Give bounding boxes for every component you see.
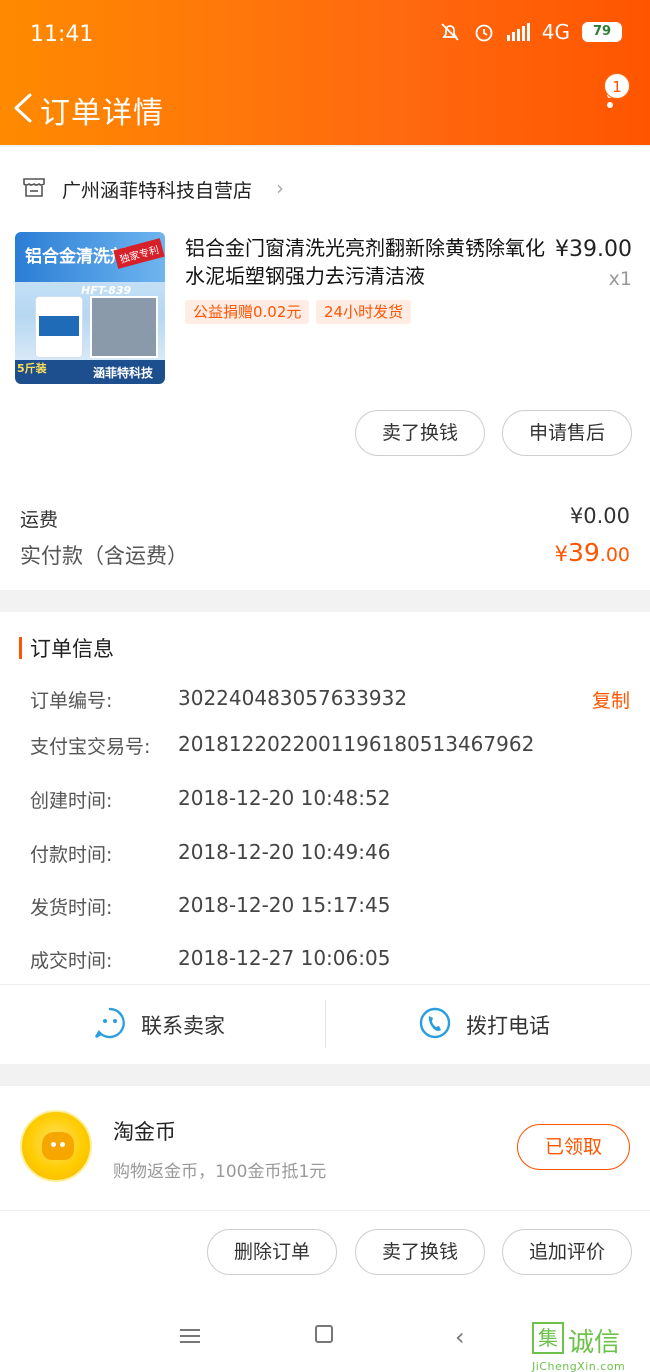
network-type: 4G — [541, 20, 570, 44]
call-phone-button[interactable]: 拨打电话 — [418, 1000, 578, 1050]
chevron-right-icon: › — [276, 176, 284, 200]
site-watermark: 集 诚信 JiChengXin.com — [532, 1322, 650, 1372]
signal-icon — [506, 23, 530, 41]
menu-icon[interactable] — [180, 1329, 200, 1343]
after-sale-button[interactable]: 申请售后 — [502, 410, 632, 456]
delete-order-button[interactable]: 删除订单 — [207, 1229, 337, 1275]
coins-description: 购物返金币，100金币抵1元 — [113, 1162, 327, 1182]
status-icons: 4G 79 — [439, 20, 622, 44]
back-arrow-icon[interactable] — [10, 92, 38, 124]
product-image[interactable]: 铝合金清洗剂 独家专利 HFT-839 5斤装 涵菲特科技 — [15, 232, 165, 384]
contact-seller-button[interactable]: 联系卖家 — [93, 1000, 253, 1050]
coins-title: 淘金币 — [113, 1120, 176, 1144]
divider — [325, 1000, 326, 1048]
gold-coin-icon — [20, 1110, 92, 1182]
add-review-button[interactable]: 追加评价 — [502, 1229, 632, 1275]
product-price: ¥39.00 — [555, 237, 632, 262]
home-icon[interactable] — [315, 1325, 333, 1343]
watermark-url: JiChengXin.com — [532, 1360, 626, 1372]
battery-icon: 79 — [582, 22, 622, 42]
product-quantity: x1 — [608, 268, 632, 290]
sell-for-cash-button-bottom[interactable]: 卖了换钱 — [355, 1229, 485, 1275]
claimed-button[interactable]: 已领取 — [517, 1124, 630, 1170]
alipay-trade-number: 2018122022001196180513467962 — [178, 732, 535, 756]
paid-amount-value: ¥39.00 — [554, 538, 630, 567]
info-row-shipped: 发货时间: 2018-12-20 15:17:45 — [30, 893, 391, 919]
shipping-fee-label: 运费 — [20, 509, 59, 531]
info-row-paid: 付款时间: 2018-12-20 10:49:46 — [30, 840, 391, 866]
info-row-order-number: 订单编号: 302240483057633932 复制 — [30, 686, 630, 713]
chat-face-icon — [94, 1007, 125, 1039]
paid-time: 2018-12-20 10:49:46 — [178, 840, 391, 864]
shop-row[interactable]: 广州涵菲特科技自营店 › — [0, 170, 650, 210]
sell-for-cash-button[interactable]: 卖了换钱 — [355, 410, 485, 456]
status-bar: 11:41 4G 79 — [0, 0, 650, 70]
nav-bar: 订单详情 1 — [0, 70, 650, 145]
charity-tag: 公益捐赠0.02元 — [185, 300, 310, 324]
phone-icon — [419, 1007, 451, 1039]
info-row-completed: 成交时间: 2018-12-27 10:06:05 — [30, 946, 391, 972]
shipping-tag: 24小时发货 — [316, 300, 412, 324]
shop-name: 广州涵菲特科技自营店 — [62, 180, 253, 202]
status-time: 11:41 — [30, 22, 94, 47]
paid-amount-label: 实付款（含运费） — [20, 544, 188, 568]
app-header: 11:41 4G 79 订单详情 1 — [0, 0, 650, 145]
order-info-card — [0, 612, 650, 1064]
shop-icon — [23, 178, 45, 197]
alarm-icon — [475, 24, 493, 42]
product-title[interactable]: 铝合金门窗清洗光亮剂翻新除黄锈除氧化水泥垢塑钢强力去污清洁液 — [185, 234, 547, 290]
page-title: 订单详情 — [40, 96, 164, 131]
section-accent-bar — [19, 637, 22, 659]
mute-bell-icon — [441, 23, 459, 41]
message-badge: 1 — [604, 73, 630, 99]
copy-button[interactable]: 复制 — [592, 686, 630, 713]
completed-time: 2018-12-27 10:06:05 — [178, 946, 391, 970]
shipped-time: 2018-12-20 15:17:45 — [178, 893, 391, 917]
order-info-title: 订单信息 — [30, 637, 114, 661]
info-row-created: 创建时间: 2018-12-20 10:48:52 — [30, 786, 391, 812]
divider — [0, 984, 650, 985]
divider — [0, 1210, 650, 1211]
info-row-alipay-number: 支付宝交易号: 2018122022001196180513467962 — [30, 732, 535, 758]
nav-back-icon[interactable]: ‹ — [455, 1323, 465, 1351]
created-time: 2018-12-20 10:48:52 — [178, 786, 391, 810]
watermark-logo: 集 — [532, 1322, 564, 1354]
order-number: 302240483057633932 — [178, 686, 408, 710]
watermark-text: 诚信 — [568, 1328, 621, 1358]
shipping-fee-value: ¥0.00 — [569, 504, 630, 528]
